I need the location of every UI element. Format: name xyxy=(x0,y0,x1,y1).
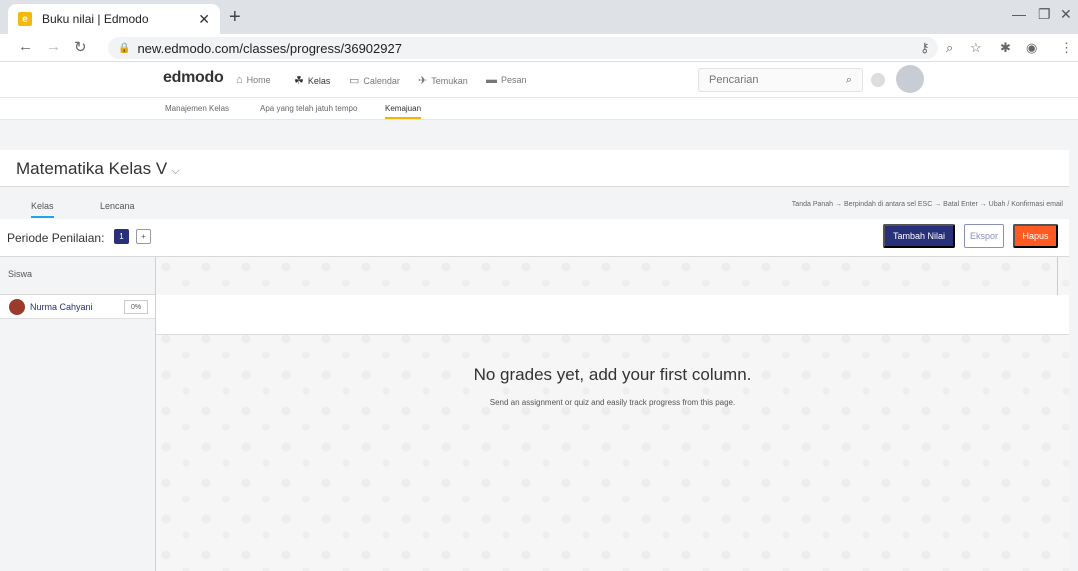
student-percent: 0% xyxy=(124,300,148,314)
add-grading-period-button[interactable]: + xyxy=(136,229,151,244)
forward-arrow-icon[interactable]: → xyxy=(46,38,61,55)
url-text: new.edmodo.com/classes/progress/36902927 xyxy=(137,40,402,56)
restore-icon[interactable]: ❐ xyxy=(1038,6,1051,23)
bookmark-star-icon[interactable]: ☆ xyxy=(970,40,982,56)
delete-button[interactable]: Hapus xyxy=(1013,224,1058,248)
reload-icon[interactable]: ↻ xyxy=(74,38,87,56)
search-icon[interactable]: ⌕ xyxy=(846,74,852,87)
empty-state-subtitle: Send an assignment or quiz and easily tr… xyxy=(489,398,736,407)
tab-close-icon[interactable]: ✕ xyxy=(198,11,210,28)
keyboard-shortcut-hint: Tanda Panah → Berpindah di antara sel ES… xyxy=(791,201,1063,208)
gradebook-toolbar: Periode Penilaian: 1 + Tambah Nilai Eksp… xyxy=(0,219,1069,257)
address-bar: ← → ↻ 🔒 new.edmodo.com/classes/progress/… xyxy=(0,34,1078,62)
subnav-kemajuan[interactable]: Kemajuan xyxy=(385,104,422,119)
message-icon: ▬ xyxy=(486,74,497,86)
browser-tab-title: Buku nilai | Edmodo xyxy=(42,12,149,26)
edmodo-header: edmodo ⌂ Home ☘ Kelas ▭ Calendar ✈ Temukan ▬… xyxy=(0,62,1078,98)
classes-icon: ☘ xyxy=(294,75,304,87)
window-close-icon[interactable]: ✕ xyxy=(1060,6,1072,23)
profile-icon[interactable]: ◉ xyxy=(1026,40,1037,56)
student-column-header: Siswa xyxy=(0,257,155,295)
edmodo-favicon-icon: e xyxy=(18,12,32,26)
chevron-down-icon: ⌵ xyxy=(171,165,180,177)
grade-column-header xyxy=(156,257,1058,295)
grade-row xyxy=(156,295,1069,335)
nav-pesan[interactable]: ▬ Pesan xyxy=(486,74,527,86)
nav-temukan[interactable]: ✈ Temukan xyxy=(418,74,468,87)
tab-kelas[interactable]: Kelas xyxy=(31,201,54,218)
search-box: ⌕ xyxy=(698,68,863,92)
browser-tab[interactable]: e Buku nilai | Edmodo ✕ xyxy=(8,4,220,34)
new-tab-icon[interactable]: + xyxy=(229,6,241,28)
class-title-panel: Matematika Kelas V ⌵ xyxy=(0,150,1069,187)
calendar-icon: ▭ xyxy=(349,75,360,87)
search-input[interactable] xyxy=(709,74,829,86)
subnav-manajemen-kelas[interactable]: Manajemen Kelas xyxy=(165,104,229,113)
back-arrow-icon[interactable]: ← xyxy=(18,38,33,55)
chrome-menu-icon[interactable]: ⋮ xyxy=(1060,40,1073,56)
empty-state-title: No grades yet, add your first column. xyxy=(473,365,752,384)
export-button[interactable]: Ekspor xyxy=(964,224,1004,248)
url-field[interactable]: 🔒 new.edmodo.com/classes/progress/369029… xyxy=(108,37,938,59)
discover-icon: ✈ xyxy=(418,75,428,87)
grading-period-label: Periode Penilaian: xyxy=(7,231,105,245)
class-title[interactable]: Matematika Kelas V ⌵ xyxy=(16,159,180,179)
grade-grid: No grades yet, add your first column. Se… xyxy=(156,257,1069,571)
zoom-icon[interactable]: ⌕ xyxy=(946,40,953,56)
lock-icon: 🔒 xyxy=(118,42,131,54)
tab-lencana[interactable]: Lencana xyxy=(100,201,135,211)
notification-icon[interactable] xyxy=(871,73,885,87)
gradebook-tabs: Kelas Lencana Tanda Panah → Berpindah di… xyxy=(0,187,1069,219)
browser-tab-strip: e Buku nilai | Edmodo ✕ + — ❐ ✕ xyxy=(0,0,1078,34)
extensions-icon[interactable]: ✱ xyxy=(1000,40,1011,56)
nav-home[interactable]: ⌂ Home xyxy=(236,74,271,86)
key-icon[interactable]: ⚷ xyxy=(920,40,930,56)
grading-period-1-button[interactable]: 1 xyxy=(114,229,129,244)
student-column: Siswa Nurma Cahyani 0% xyxy=(0,257,156,571)
user-avatar[interactable] xyxy=(896,65,924,93)
add-grade-button[interactable]: Tambah Nilai xyxy=(883,224,955,248)
subnav-jatuh-tempo[interactable]: Apa yang telah jatuh tempo xyxy=(260,104,357,113)
home-icon: ⌂ xyxy=(236,74,243,86)
avatar xyxy=(9,299,25,315)
minimize-icon[interactable]: — xyxy=(1012,6,1026,22)
edmodo-logo[interactable]: edmodo xyxy=(163,69,224,87)
nav-kelas[interactable]: ☘ Kelas xyxy=(294,74,330,87)
class-subnav: Manajemen Kelas Apa yang telah jatuh tem… xyxy=(0,98,1078,120)
student-name[interactable]: Nurma Cahyani xyxy=(30,302,93,312)
nav-calendar[interactable]: ▭ Calendar xyxy=(349,74,400,87)
table-row[interactable]: Nurma Cahyani 0% xyxy=(0,295,155,319)
